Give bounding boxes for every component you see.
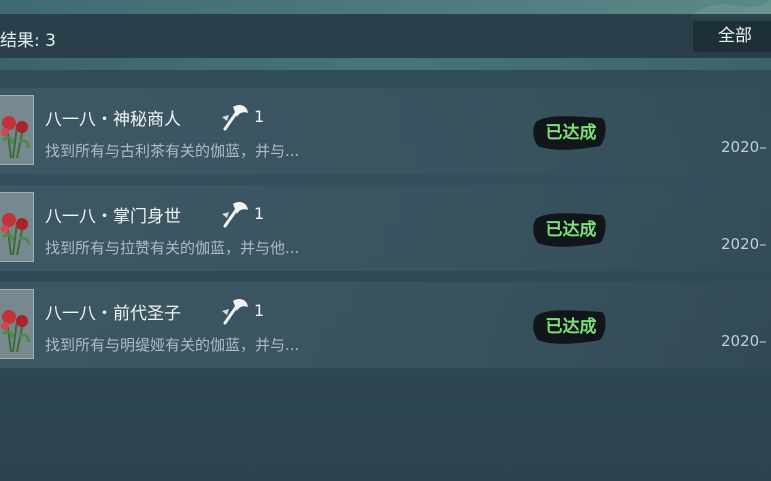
achievement-row[interactable]: 八一八・神秘商人 1 找到所有与古利茶有关的伽蓝，并与... 已达成 2020–	[0, 88, 771, 174]
row-title: 八一八・神秘商人	[45, 110, 181, 130]
row-description: 找到所有与明缇娅有关的伽蓝，并与...	[45, 336, 300, 354]
completed-stamp: 已达成	[533, 310, 606, 344]
axe-icon	[222, 105, 248, 131]
row-count: 1	[254, 301, 265, 320]
achievement-list: 八一八・神秘商人 1 找到所有与古利茶有关的伽蓝，并与... 已达成 2020–…	[0, 88, 771, 379]
results-header	[0, 14, 771, 58]
result-count: 结果: 3	[0, 31, 56, 51]
rose-icon	[0, 289, 34, 359]
row-count: 1	[254, 107, 265, 126]
completed-stamp: 已达成	[533, 213, 606, 247]
achievement-row[interactable]: 八一八・掌门身世 1 找到所有与拉赞有关的伽蓝，并与他... 已达成 2020–	[0, 185, 771, 271]
axe-icon	[222, 299, 248, 325]
row-title: 八一八・掌门身世	[45, 207, 181, 227]
status-text: 已达成	[546, 122, 597, 143]
row-description: 找到所有与拉赞有关的伽蓝，并与他...	[45, 239, 300, 257]
row-date: 2020–	[721, 332, 767, 350]
achievement-row[interactable]: 八一八・前代圣子 1 找到所有与明缇娅有关的伽蓝，并与... 已达成 2020–	[0, 282, 771, 368]
rose-icon	[0, 95, 34, 165]
filter-all-button[interactable]: 全部	[693, 21, 771, 52]
rose-icon	[0, 192, 34, 262]
top-band	[0, 0, 771, 14]
status-text: 已达成	[546, 316, 597, 337]
axe-icon	[222, 202, 248, 228]
row-count: 1	[254, 204, 265, 223]
row-title: 八一八・前代圣子	[45, 304, 181, 324]
row-description: 找到所有与古利茶有关的伽蓝，并与...	[45, 142, 300, 160]
completed-stamp: 已达成	[533, 116, 606, 150]
header-divider	[0, 58, 771, 70]
row-date: 2020–	[721, 235, 767, 253]
row-date: 2020–	[721, 138, 767, 156]
status-text: 已达成	[546, 219, 597, 240]
